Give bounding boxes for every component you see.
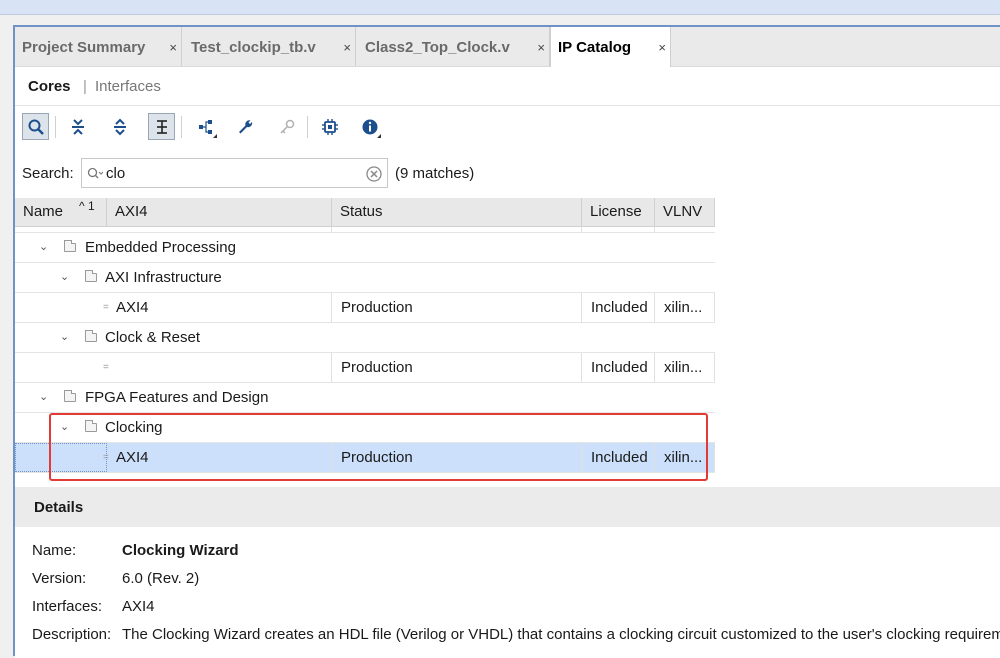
chevron-down-icon[interactable]: ⌄: [60, 413, 69, 442]
top-strip: [0, 0, 1000, 15]
node-label: AXI Infrastructure: [105, 269, 222, 286]
table-row[interactable]: = AXI4 Production Included xilin...: [15, 293, 715, 323]
detail-interfaces: Interfaces: AXI4: [32, 598, 155, 615]
node-label: FPGA Features and Design: [85, 389, 269, 406]
table-row[interactable]: = Production Included xilin...: [15, 353, 715, 383]
search-icon: [87, 167, 103, 179]
tree-icon[interactable]: [192, 113, 219, 140]
tree-node-embedded-processing[interactable]: ⌄ Embedded Processing: [15, 233, 715, 263]
column-status[interactable]: Status: [332, 198, 582, 226]
detail-version: Version: 6.0 (Rev. 2): [32, 570, 200, 587]
editor-tab-bar: Project Summary × Test_clockip_tb.v × Cl…: [15, 27, 1000, 67]
tab-class2-top-clock[interactable]: Class2_Top_Clock.v ×: [358, 27, 550, 66]
detail-description: Description: The Clocking Wizard creates …: [32, 626, 1000, 643]
subtab-cores[interactable]: Cores: [28, 78, 71, 95]
ip-catalog-panel: Project Summary × Test_clockip_tb.v × Cl…: [13, 25, 1000, 658]
search-value: clo: [106, 165, 126, 182]
search-row: Search: clo (9 matches): [15, 148, 1000, 198]
column-name[interactable]: Name ^ 1: [15, 198, 107, 226]
tree-node-clock-reset[interactable]: ⌄ Clock & Reset: [15, 323, 715, 353]
sort-indicator: ^ 1: [79, 199, 95, 213]
column-license[interactable]: License: [582, 198, 655, 226]
details-header: Details: [15, 487, 1000, 527]
tab-label: IP Catalog: [558, 39, 632, 56]
close-icon[interactable]: ×: [169, 40, 177, 55]
tab-test-clockip-tb[interactable]: Test_clockip_tb.v ×: [184, 27, 356, 66]
tab-label: Class2_Top_Clock.v: [365, 39, 510, 56]
close-icon[interactable]: ×: [343, 40, 351, 55]
node-label: Embedded Processing: [85, 239, 236, 256]
node-label: Clocking: [105, 419, 163, 436]
folder-icon: [64, 240, 76, 252]
tab-project-summary[interactable]: Project Summary ×: [15, 27, 182, 66]
catalog-toolbar: [15, 106, 1000, 149]
info-icon[interactable]: [356, 113, 383, 140]
chevron-down-icon[interactable]: ⌄: [39, 233, 48, 262]
clear-icon[interactable]: [366, 166, 382, 182]
node-label: Clock & Reset: [105, 329, 201, 346]
cell-license: Included: [582, 293, 655, 322]
tree-node-axi-infrastructure[interactable]: ⌄ AXI Infrastructure: [15, 263, 715, 293]
cell-status: Production: [332, 353, 582, 382]
cell-license: Included: [582, 353, 655, 382]
cell-vlnv: xilin...: [655, 293, 715, 322]
tree-node-clocking[interactable]: ⌄ Clocking: [15, 413, 715, 443]
hierarchy-toggle-icon[interactable]: [148, 113, 175, 140]
cell-axi4: [107, 353, 332, 382]
wrench-icon[interactable]: [231, 113, 258, 140]
collapse-all-icon[interactable]: [64, 113, 91, 140]
cell-vlnv: xilin...: [655, 443, 715, 472]
search-icon[interactable]: [22, 113, 49, 140]
search-input[interactable]: clo: [81, 158, 388, 188]
search-label: Search:: [22, 165, 74, 182]
cell-axi4: AXI4: [107, 443, 332, 472]
key-icon[interactable]: [273, 113, 300, 140]
column-axi4[interactable]: AXI4: [107, 198, 332, 226]
column-vlnv[interactable]: VLNV: [655, 198, 715, 226]
chevron-down-icon[interactable]: ⌄: [39, 383, 48, 412]
tab-label: Test_clockip_tb.v: [191, 39, 316, 56]
table-header: Name ^ 1 AXI4 Status License VLNV: [15, 198, 715, 227]
table-row-selected[interactable]: = AXI4 Production Included xilin...: [15, 443, 715, 473]
folder-icon: [85, 420, 97, 432]
subtab-divider: |: [83, 78, 87, 95]
cell-status: Production: [332, 443, 582, 472]
expand-all-icon[interactable]: [106, 113, 133, 140]
cell-vlnv: xilin...: [655, 353, 715, 382]
folder-icon: [64, 390, 76, 402]
cell-axi4: AXI4: [107, 293, 332, 322]
cell-license: Included: [582, 443, 655, 472]
catalog-subtabs: Cores | Interfaces: [15, 67, 1000, 106]
details-panel: Details Name: Clocking Wizard Version: 6.0…: [15, 487, 1000, 658]
close-icon[interactable]: ×: [658, 40, 666, 55]
details-title: Details: [34, 499, 84, 516]
cell-status: Production: [332, 293, 582, 322]
match-count: (9 matches): [395, 165, 475, 182]
close-icon[interactable]: ×: [537, 40, 545, 55]
tree-node-fpga-features[interactable]: ⌄ FPGA Features and Design: [15, 383, 715, 413]
subtab-interfaces[interactable]: Interfaces: [95, 78, 161, 95]
folder-icon: [85, 330, 97, 342]
chevron-down-icon[interactable]: ⌄: [60, 323, 69, 352]
chevron-down-icon[interactable]: ⌄: [60, 263, 69, 292]
detail-name: Name: Clocking Wizard: [32, 542, 239, 559]
chip-icon[interactable]: [316, 113, 343, 140]
tab-label: Project Summary: [22, 39, 146, 56]
tab-ip-catalog[interactable]: IP Catalog ×: [550, 27, 671, 67]
folder-icon: [85, 270, 97, 282]
